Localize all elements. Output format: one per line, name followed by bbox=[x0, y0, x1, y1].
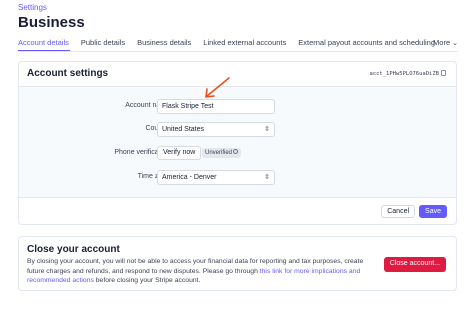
cancel-button[interactable]: Cancel bbox=[381, 205, 416, 218]
tab-public-details[interactable]: Public details bbox=[81, 38, 125, 52]
tab-business-details[interactable]: Business details bbox=[137, 38, 191, 52]
close-account-text-after: before closing your Stripe account. bbox=[93, 277, 201, 284]
copy-icon[interactable] bbox=[441, 70, 446, 76]
more-tab-label: More bbox=[433, 38, 451, 47]
close-account-title: Close your account bbox=[27, 244, 120, 255]
arrow-icon bbox=[205, 77, 230, 98]
country-row: Country United States ⇳ bbox=[19, 122, 456, 138]
account-settings-title: Account settings bbox=[27, 68, 109, 79]
tab-bar: Account details Public details Business … bbox=[18, 38, 458, 52]
time-zone-row: Time zone America - Denver ⇳ bbox=[19, 170, 456, 186]
select-chevron-icon: ⇳ bbox=[264, 126, 270, 133]
breadcrumb[interactable]: Settings bbox=[18, 3, 47, 12]
tab-linked-external-accounts[interactable]: Linked external accounts bbox=[203, 38, 286, 52]
tabs-divider bbox=[18, 51, 458, 52]
tab-external-payout-accounts[interactable]: External payout accounts and scheduling bbox=[298, 38, 435, 52]
verify-now-button[interactable]: Verify now bbox=[157, 146, 202, 160]
unverified-badge: Unverified bbox=[202, 148, 242, 158]
account-name-row: Account name Flask Stripe Test bbox=[19, 99, 456, 115]
account-settings-header: Account settings acct_1PHw5PLO76uaDiZB bbox=[19, 62, 456, 84]
time-zone-value: America - Denver bbox=[162, 174, 217, 181]
select-chevron-icon: ⇳ bbox=[264, 174, 270, 181]
time-zone-select[interactable]: America - Denver ⇳ bbox=[157, 170, 275, 185]
country-value: United States bbox=[162, 126, 205, 133]
account-settings-form: Account name Flask Stripe Test Country U… bbox=[19, 86, 456, 198]
info-icon[interactable] bbox=[233, 149, 239, 154]
phone-verification-row: Phone verification Verify now Unverified bbox=[19, 146, 456, 162]
account-settings-card: Account settings acct_1PHw5PLO76uaDiZB A… bbox=[18, 61, 457, 225]
chevron-down-icon: ⌄ bbox=[452, 40, 458, 47]
country-select[interactable]: United States ⇳ bbox=[157, 122, 275, 137]
save-button[interactable]: Save bbox=[419, 205, 447, 218]
account-id-text: acct_1PHw5PLO76uaDiZB bbox=[369, 71, 439, 77]
page-title: Business bbox=[18, 14, 85, 31]
account-id[interactable]: acct_1PHw5PLO76uaDiZB bbox=[369, 70, 446, 77]
close-account-button[interactable]: Close account... bbox=[383, 257, 446, 272]
tab-more[interactable]: More ⌄ bbox=[433, 38, 458, 47]
close-account-description: By closing your account, you will not be… bbox=[27, 257, 382, 286]
unverified-badge-label: Unverified bbox=[205, 150, 233, 156]
account-settings-actions: Cancel Save bbox=[377, 205, 447, 218]
close-account-card: Close your account By closing your accou… bbox=[18, 236, 457, 291]
